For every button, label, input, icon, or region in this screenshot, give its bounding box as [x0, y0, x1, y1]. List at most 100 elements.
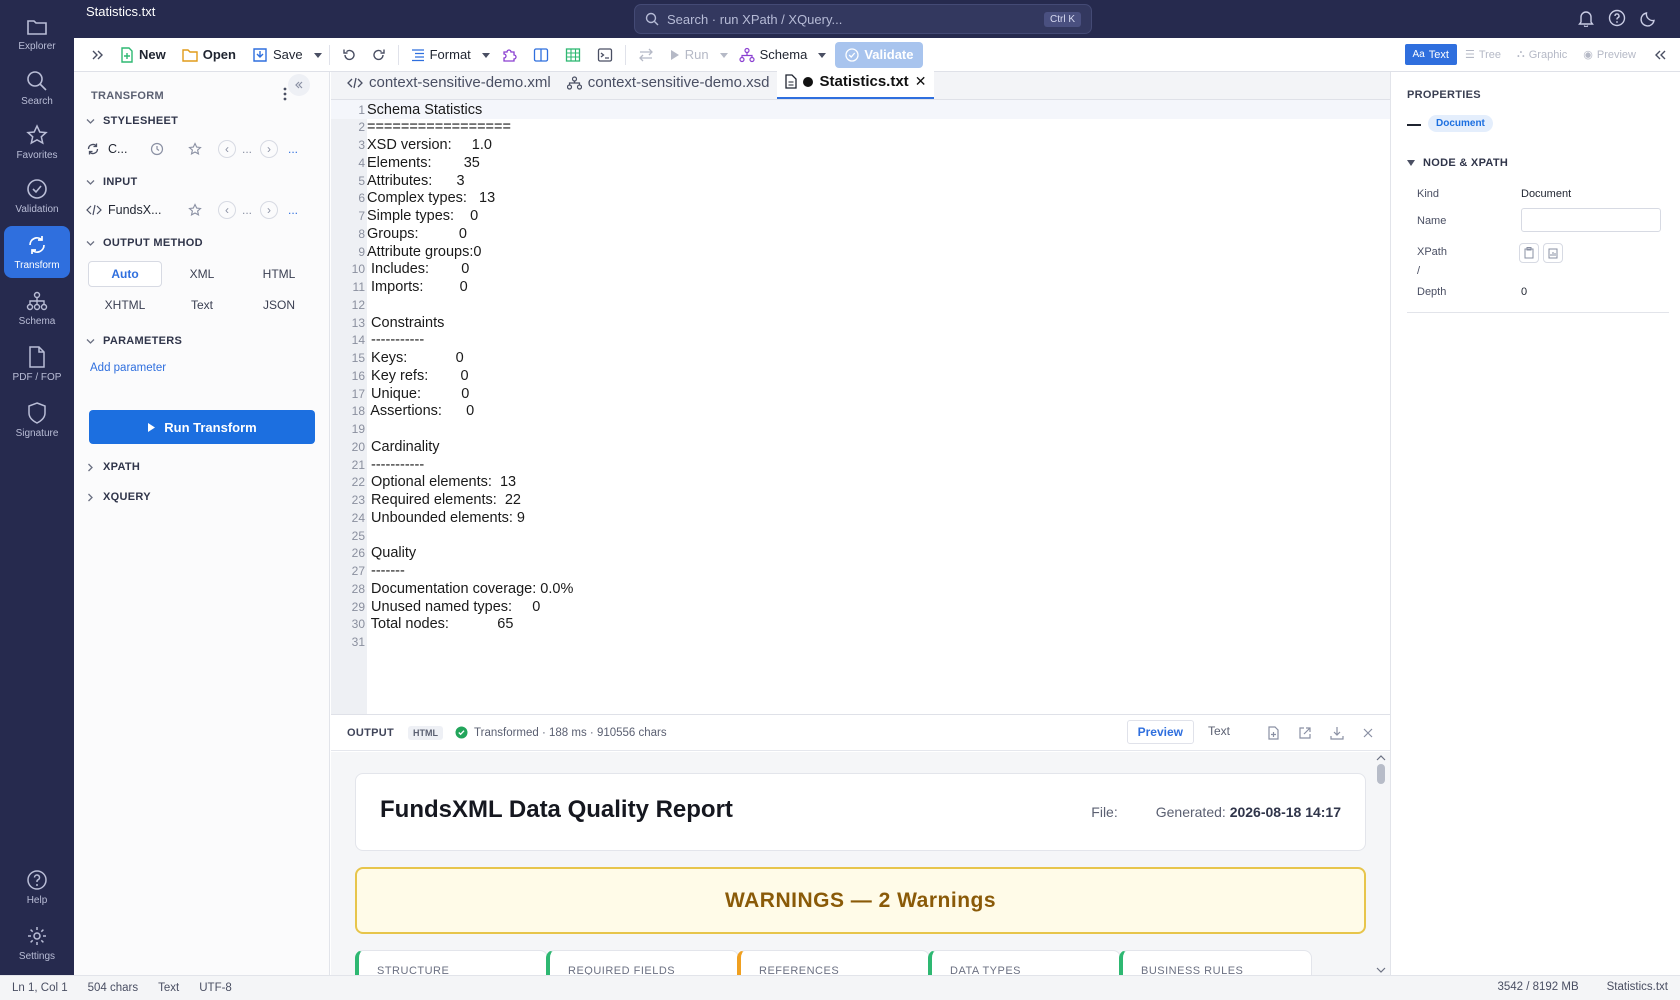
redo-button[interactable]: [364, 42, 394, 68]
view-tab-graphic[interactable]: ⛬ Graphic: [1509, 44, 1575, 65]
collapse-right-panel-button[interactable]: [1654, 48, 1668, 62]
input-browse-button[interactable]: ...: [288, 203, 298, 217]
schema-dropdown-button[interactable]: [815, 42, 829, 68]
chevron-down-icon: [86, 240, 95, 246]
output-method-json[interactable]: JSON: [242, 292, 316, 318]
nav-explorer[interactable]: Explorer: [4, 8, 70, 60]
output-method-xhtml[interactable]: XHTML: [88, 292, 162, 318]
more-menu-button[interactable]: [283, 87, 287, 101]
grid-view-button[interactable]: [557, 42, 589, 68]
section-stylesheet[interactable]: STYLESHEET: [86, 115, 178, 127]
nav-pdf[interactable]: PDF / FOP: [4, 338, 70, 390]
clock-icon[interactable]: [150, 142, 164, 156]
validate-button[interactable]: Validate: [835, 41, 924, 68]
save-dropdown-button[interactable]: [311, 42, 325, 68]
stylesheet-browse-button[interactable]: ...: [288, 142, 298, 156]
output-method-xml[interactable]: XML: [165, 261, 239, 287]
tab-label: context-sensitive-demo.xsd: [587, 74, 770, 91]
add-parameter-link[interactable]: Add parameter: [90, 362, 166, 374]
line-text: Complex types: 13: [367, 190, 496, 207]
plugin-button[interactable]: [493, 42, 525, 68]
run-button[interactable]: Run: [662, 42, 717, 68]
download-icon[interactable]: [1330, 726, 1344, 740]
view-tab-text[interactable]: Aa Text: [1404, 44, 1457, 65]
split-view-button[interactable]: [525, 42, 557, 68]
cursor-position[interactable]: Ln 1, Col 1: [12, 982, 68, 994]
output-scrollbar[interactable]: [1376, 752, 1386, 976]
nav-favorites[interactable]: Favorites: [4, 116, 70, 168]
name-input[interactable]: [1521, 208, 1661, 232]
evaluate-xpath-button[interactable]: [1543, 243, 1563, 263]
encoding[interactable]: UTF-8: [199, 982, 232, 994]
close-icon[interactable]: [1362, 726, 1374, 740]
code-line: 1 Schema Statistics: [331, 100, 1390, 119]
refresh-icon: [29, 235, 45, 254]
open-button[interactable]: Open: [174, 42, 244, 68]
input-file-name[interactable]: FundsX...: [108, 203, 168, 217]
output-tab-preview[interactable]: Preview: [1126, 720, 1194, 744]
tab-xsd[interactable]: context-sensitive-demo.xsd: [559, 71, 778, 99]
nav-settings[interactable]: Settings: [4, 917, 70, 969]
section-parameters[interactable]: PARAMETERS: [86, 335, 182, 347]
compare-button[interactable]: [630, 42, 662, 68]
chevron-left-icon[interactable]: ‹: [218, 140, 236, 158]
code-editor[interactable]: 1 Schema Statistics 2 ================= 3 XSD…: [331, 100, 1390, 714]
run-dropdown-button[interactable]: [717, 42, 731, 68]
section-input[interactable]: INPUT: [86, 176, 138, 188]
nav-signature[interactable]: Signature: [4, 394, 70, 446]
chevron-left-icon[interactable]: ‹: [218, 201, 236, 219]
chevron-right-icon[interactable]: ›: [260, 140, 279, 158]
new-button[interactable]: New: [112, 42, 174, 68]
view-tab-tree[interactable]: ☰ Tree: [1457, 44, 1509, 65]
output-method-text[interactable]: Text: [165, 292, 239, 318]
toggle-sidebar-button[interactable]: [74, 42, 112, 68]
chevron-down-icon: [86, 338, 95, 344]
format-button[interactable]: Format: [403, 42, 479, 68]
document-mode[interactable]: Text: [158, 982, 179, 994]
output-method-auto[interactable]: Auto: [88, 261, 162, 287]
generated-value: 2026-08-18 14:17: [1229, 804, 1341, 820]
nav-validation[interactable]: Validation: [4, 170, 70, 222]
terminal-button[interactable]: [589, 42, 621, 68]
nav-transform[interactable]: Transform: [4, 226, 70, 278]
tab-statistics[interactable]: Statistics.txt ✕: [777, 71, 935, 99]
undo-button[interactable]: [334, 42, 364, 68]
help-icon[interactable]: [1608, 9, 1626, 27]
view-tab-label: Text: [1428, 48, 1449, 61]
run-transform-button[interactable]: Run Transform: [89, 410, 315, 444]
moon-icon[interactable]: [1640, 9, 1658, 27]
star-icon[interactable]: [188, 203, 202, 217]
properties-title: PROPERTIES: [1407, 89, 1481, 101]
scroll-thumb[interactable]: [1377, 764, 1385, 784]
save-button[interactable]: Save: [244, 42, 311, 68]
bell-icon[interactable]: [1578, 9, 1594, 27]
collapse-panel-button[interactable]: [288, 74, 310, 96]
close-icon[interactable]: ✕: [915, 73, 927, 90]
section-node-xpath[interactable]: NODE & XPATH: [1407, 157, 1508, 169]
format-dropdown-button[interactable]: [479, 42, 493, 68]
input-ellipsis: ...: [242, 203, 253, 217]
stylesheet-name[interactable]: C...: [108, 142, 146, 156]
section-xpath[interactable]: XPATH: [86, 461, 140, 473]
section-xquery[interactable]: XQUERY: [86, 491, 151, 503]
output-tab-text[interactable]: Text: [1198, 720, 1240, 744]
schema-button[interactable]: Schema: [731, 42, 816, 68]
line-number: 8: [358, 226, 365, 241]
view-tab-preview[interactable]: ◉ Preview: [1575, 44, 1644, 65]
star-icon[interactable]: [188, 142, 202, 156]
pdf-icon: [29, 345, 45, 368]
output-method-html[interactable]: HTML: [242, 261, 316, 287]
chevron-right-icon[interactable]: ›: [260, 201, 279, 219]
code-line: 5 Attributes: 3: [331, 171, 1390, 190]
copy-xpath-button[interactable]: [1519, 243, 1539, 263]
new-file-icon[interactable]: [1267, 726, 1280, 740]
line-text: Groups: 0: [367, 225, 467, 242]
external-link-icon[interactable]: [1298, 726, 1312, 740]
nav-help[interactable]: Help: [4, 861, 70, 913]
section-output-method[interactable]: OUTPUT METHOD: [86, 237, 203, 249]
tab-xml[interactable]: context-sensitive-demo.xml: [331, 71, 559, 99]
command-search[interactable]: Search · run XPath / XQuery... Ctrl K: [634, 4, 1092, 34]
nav-search[interactable]: Search: [4, 62, 70, 114]
nav-schema[interactable]: Schema: [4, 282, 70, 334]
line-number: 7: [358, 209, 365, 223]
